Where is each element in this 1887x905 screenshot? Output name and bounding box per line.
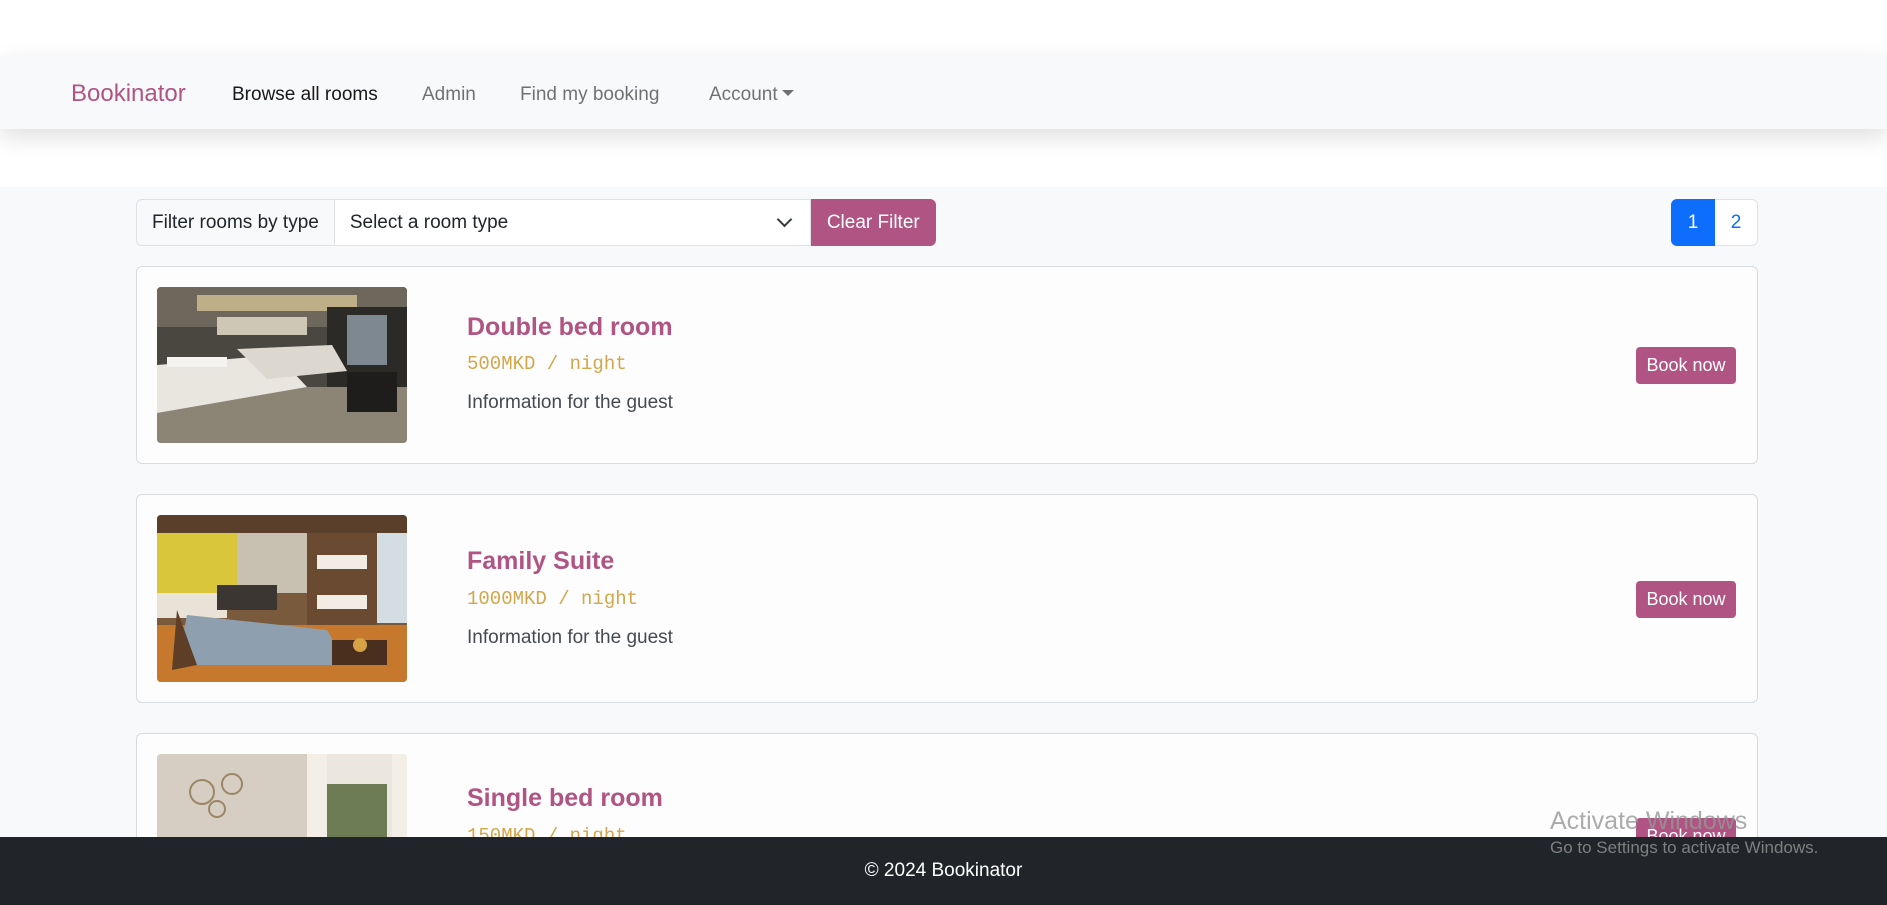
nav-admin[interactable]: Admin bbox=[422, 84, 476, 106]
page-1-button[interactable]: 1 bbox=[1671, 199, 1715, 246]
nav-account-dropdown[interactable]: Account bbox=[709, 84, 794, 106]
room-type-select[interactable]: Select a room type bbox=[333, 199, 811, 246]
footer-copyright: © 2024 Bookinator bbox=[864, 860, 1023, 881]
page-2-button[interactable]: 2 bbox=[1715, 199, 1758, 246]
nav-browse-all-rooms[interactable]: Browse all rooms bbox=[232, 84, 378, 106]
footer: © 2024 Bookinator bbox=[0, 837, 1887, 905]
room-title[interactable]: Double bed room bbox=[467, 313, 673, 342]
room-price: 500MKD / night bbox=[467, 353, 627, 375]
book-now-button[interactable]: Book now bbox=[1636, 347, 1736, 384]
room-photo-double-bed bbox=[157, 287, 407, 443]
top-navbar: Bookinator Browse all rooms Admin Find m… bbox=[0, 56, 1887, 129]
clear-filter-button[interactable]: Clear Filter bbox=[810, 199, 936, 246]
brand-logo-link[interactable]: Bookinator bbox=[71, 80, 186, 108]
caret-down-icon bbox=[781, 90, 794, 96]
nav-account-label: Account bbox=[709, 84, 778, 105]
room-card: Family Suite 1000MKD / night Information… bbox=[136, 494, 1758, 703]
room-info: Information for the guest bbox=[467, 392, 673, 413]
room-photo-family-suite bbox=[157, 515, 407, 682]
room-info: Information for the guest bbox=[467, 627, 673, 648]
book-now-button[interactable]: Book now bbox=[1636, 581, 1736, 618]
room-price: 1000MKD / night bbox=[467, 588, 639, 610]
nav-find-my-booking[interactable]: Find my booking bbox=[520, 84, 659, 106]
room-type-filter: Filter rooms by type Select a room type … bbox=[136, 199, 936, 246]
room-title[interactable]: Family Suite bbox=[467, 547, 614, 576]
room-type-select-value: Select a room type bbox=[349, 212, 509, 233]
room-card: Double bed room 500MKD / night Informati… bbox=[136, 266, 1758, 464]
chevron-down-icon bbox=[776, 211, 793, 228]
filter-label: Filter rooms by type bbox=[136, 199, 334, 246]
pagination: 1 2 bbox=[1671, 199, 1758, 246]
room-title[interactable]: Single bed room bbox=[467, 784, 663, 813]
